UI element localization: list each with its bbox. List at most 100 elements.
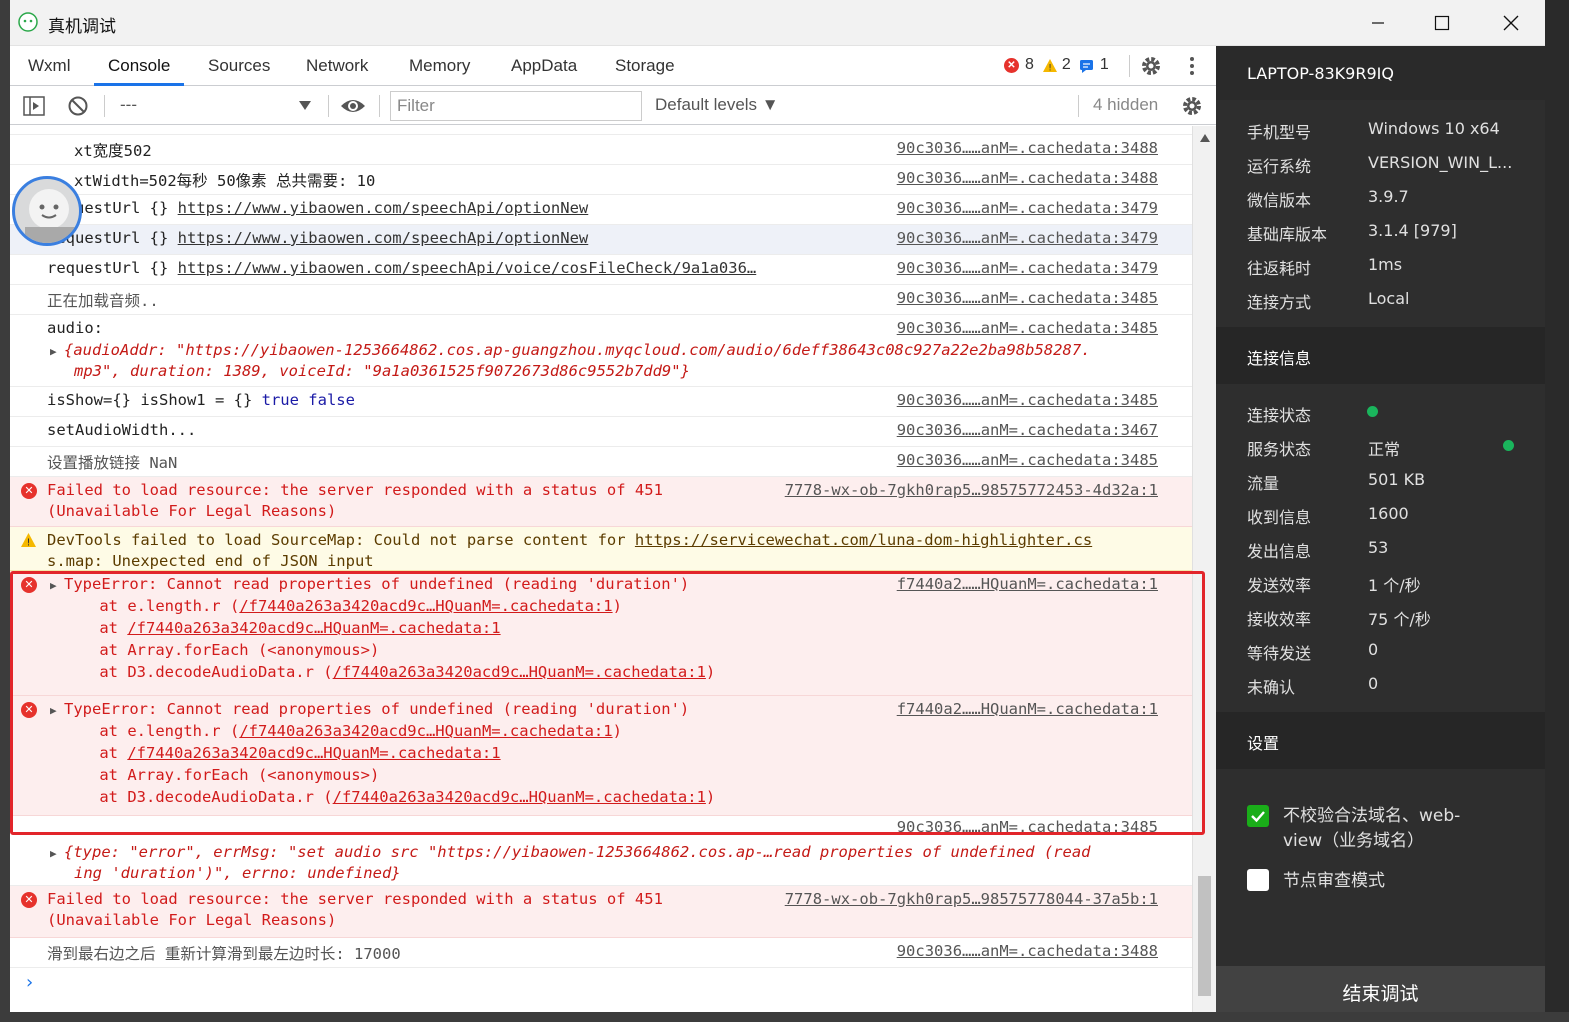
- remote-debug-panel: LAPTOP-83K9R9IQ 手机型号 Windows 10 x64 运行系统…: [1216, 46, 1545, 1012]
- info-count-icon: [1079, 59, 1093, 73]
- console-prompt-icon[interactable]: ›: [24, 972, 35, 993]
- object-preview[interactable]: ▶ {audioAddr: "https://yibaowen-125366486…: [50, 341, 1091, 359]
- tab-memory[interactable]: Memory: [409, 46, 470, 86]
- log-row-object: 90c3036……anM=.cachedata:3485 ▶ {type: "er…: [10, 816, 1192, 886]
- expand-triangle-icon[interactable]: ▶: [50, 345, 64, 358]
- log-levels-dropdown[interactable]: Default levels ▼: [655, 95, 779, 115]
- device-label: 基础库版本: [1247, 225, 1328, 244]
- log-source-link[interactable]: 90c3036……anM=.cachedata:3485: [897, 319, 1158, 337]
- log-source-link[interactable]: 90c3036……anM=.cachedata:3485: [897, 289, 1158, 307]
- domain-check-checkbox[interactable]: [1247, 805, 1269, 827]
- conn-label: 发出信息: [1247, 542, 1312, 561]
- title-bar: 真机调试: [10, 0, 1545, 46]
- request-url-link[interactable]: https://www.yibaowen.com/speechApi/optio…: [178, 199, 589, 217]
- minimize-button[interactable]: [1344, 0, 1412, 46]
- console-settings-gear-icon[interactable]: [1180, 94, 1204, 118]
- conn-value: 501 KB: [1368, 470, 1426, 489]
- tab-network[interactable]: Network: [306, 46, 368, 86]
- stack-link[interactable]: /f7440a263a3420acd9c…HQuanM=.cachedata:1: [239, 722, 612, 740]
- settings-section-title: 设置: [1247, 734, 1280, 753]
- log-source-link[interactable]: 90c3036……anM=.cachedata:3467: [897, 421, 1158, 439]
- log-source-link[interactable]: f7440a2……HQuanM=.cachedata:1: [897, 575, 1158, 593]
- domain-check-label[interactable]: 不校验合法域名、web-: [1283, 801, 1460, 826]
- background-window-edge: [1545, 0, 1569, 1012]
- log-message: xt宽度502: [74, 142, 152, 160]
- stack-link[interactable]: /f7440a263a3420acd9c…HQuanM=.cachedata:1: [239, 597, 612, 615]
- minimize-icon: [1372, 22, 1384, 24]
- log-source-link[interactable]: 90c3036……anM=.cachedata:3479: [897, 229, 1158, 247]
- stack-link[interactable]: /f7440a263a3420acd9c…HQuanM=.cachedata:1: [127, 744, 500, 762]
- request-url-link[interactable]: https://www.yibaowen.com/speechApi/optio…: [178, 229, 589, 247]
- object-preview-line1: {type: "error", errMsg: "set audio src "…: [64, 843, 1091, 861]
- expand-triangle-icon[interactable]: ▶: [50, 704, 64, 717]
- filter-input[interactable]: [390, 91, 642, 121]
- scrollbar-thumb[interactable]: [1198, 876, 1211, 996]
- tab-appdata[interactable]: AppData: [511, 46, 577, 86]
- log-row: 设置播放链接 NaN 90c3036……anM=.cachedata:3485: [10, 447, 1192, 477]
- tab-wxml[interactable]: Wxml: [28, 46, 70, 86]
- stack-link[interactable]: /f7440a263a3420acd9c…HQuanM=.cachedata:1: [127, 619, 500, 637]
- log-row-partial: [10, 126, 1192, 135]
- clear-console-icon[interactable]: [67, 95, 89, 117]
- conn-label: 服务状态: [1247, 440, 1312, 459]
- stack-frame: at /f7440a263a3420acd9c…HQuanM=.cachedat…: [62, 744, 500, 762]
- request-url-link[interactable]: https://www.yibaowen.com/speechApi/voice…: [178, 259, 757, 277]
- avatar[interactable]: [12, 176, 82, 246]
- log-source-link[interactable]: f7440a2……HQuanM=.cachedata:1: [897, 700, 1158, 718]
- log-text: isShow={} isShow1 = {}: [47, 391, 262, 409]
- live-expression-eye-icon[interactable]: [340, 96, 366, 116]
- maximize-button[interactable]: [1408, 0, 1476, 46]
- sidebar-toggle-icon[interactable]: [23, 95, 45, 117]
- domain-check-label-line2[interactable]: view（业务域名）: [1283, 826, 1424, 851]
- device-label: 运行系统: [1247, 157, 1312, 176]
- error-summary[interactable]: ▶ TypeError: Cannot read properties of un…: [50, 575, 689, 593]
- hidden-count: 4 hidden: [1093, 95, 1159, 114]
- console-scrollbar[interactable]: [1192, 126, 1216, 1012]
- log-message-line2: s.map: Unexpected end of JSON input: [47, 552, 374, 570]
- device-value: 3.1.4 [979]: [1368, 221, 1457, 240]
- log-source-link[interactable]: 90c3036……anM=.cachedata:3485: [897, 818, 1158, 836]
- devtools-pane: Wxml Console Sources Network Memory AppD…: [10, 46, 1216, 1012]
- log-source-link[interactable]: 90c3036……anM=.cachedata:3488: [897, 169, 1158, 187]
- toolbar-separator: [379, 95, 380, 117]
- stack-link[interactable]: /f7440a263a3420acd9c…HQuanM=.cachedata:1: [333, 788, 706, 806]
- context-selector[interactable]: ---: [120, 95, 137, 115]
- settings-gear-icon[interactable]: [1139, 54, 1163, 78]
- log-source-link[interactable]: 90c3036……anM=.cachedata:3479: [897, 259, 1158, 277]
- expand-triangle-icon[interactable]: ▶: [50, 579, 64, 592]
- node-inspect-checkbox[interactable]: [1247, 869, 1269, 891]
- conn-value: 0: [1368, 640, 1379, 659]
- sourcemap-link[interactable]: https://servicewechat.com/luna-dom-highl…: [635, 531, 1092, 549]
- log-source-link[interactable]: 90c3036……anM=.cachedata:3485: [897, 391, 1158, 409]
- log-row: 滑到最右边之后 重新计算滑到最左边时长: 17000 90c3036……anM=…: [10, 938, 1192, 968]
- stack-link[interactable]: /f7440a263a3420acd9c…HQuanM=.cachedata:1: [333, 663, 706, 681]
- chevron-down-icon[interactable]: [299, 101, 311, 111]
- more-menu-icon[interactable]: [1184, 54, 1200, 78]
- scroll-up-arrow-icon[interactable]: [1200, 134, 1210, 142]
- tab-storage[interactable]: Storage: [615, 46, 675, 86]
- end-debug-button[interactable]: 结束调试: [1216, 966, 1545, 1012]
- object-preview[interactable]: ▶ {type: "error", errMsg: "set audio src …: [50, 843, 1091, 861]
- node-inspect-label[interactable]: 节点审查模式: [1283, 866, 1385, 891]
- log-source-link[interactable]: 90c3036……anM=.cachedata:3485: [897, 451, 1158, 469]
- log-row-error: ✕ Failed to load resource: the server re…: [10, 886, 1192, 938]
- conn-label: 发送效率: [1247, 576, 1312, 595]
- connection-section-title: 连接信息: [1247, 349, 1312, 368]
- expand-triangle-icon[interactable]: ▶: [50, 847, 64, 860]
- log-source-link[interactable]: 90c3036……anM=.cachedata:3479: [897, 199, 1158, 217]
- log-source-link[interactable]: 7778-wx-ob-7gkh0rap5…98575772453-4d32a:1: [785, 481, 1158, 499]
- log-source-link[interactable]: 90c3036……anM=.cachedata:3488: [897, 139, 1158, 157]
- issue-counts[interactable]: ✕ 8 ! 2 1: [1004, 56, 1109, 74]
- log-source-link[interactable]: 7778-wx-ob-7gkh0rap5…98575778044-37a5b:1: [785, 890, 1158, 908]
- log-source-link[interactable]: 90c3036……anM=.cachedata:3488: [897, 942, 1158, 960]
- log-boolean-values: true false: [261, 391, 355, 409]
- log-text: requestUrl {}: [47, 259, 178, 277]
- log-row: 正在加载音频.. 90c3036……anM=.cachedata:3485: [10, 285, 1192, 315]
- tab-console[interactable]: Console: [94, 46, 185, 86]
- log-row-error: ✕ Failed to load resource: the server re…: [10, 477, 1192, 527]
- close-button[interactable]: [1477, 0, 1545, 46]
- device-value: Local: [1368, 289, 1410, 308]
- tab-sources[interactable]: Sources: [208, 46, 270, 86]
- log-text: TypeError: Cannot read properties of und…: [64, 700, 690, 718]
- error-summary[interactable]: ▶ TypeError: Cannot read properties of un…: [50, 700, 689, 718]
